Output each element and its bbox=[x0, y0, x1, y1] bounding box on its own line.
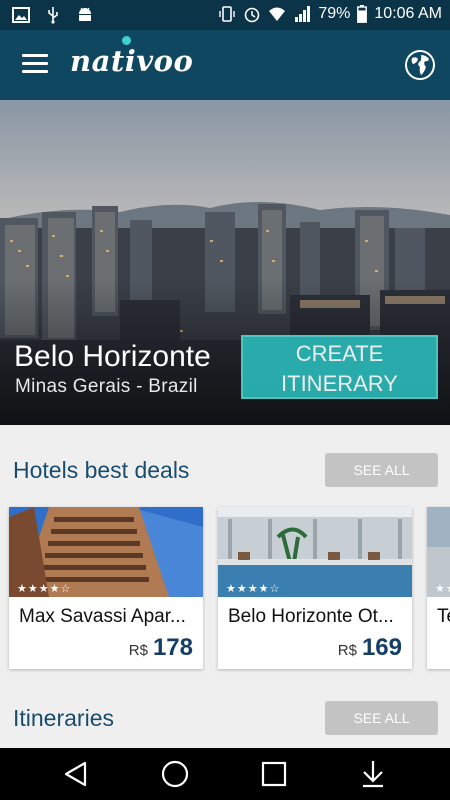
android-icon bbox=[79, 7, 91, 21]
rating-stars: ★★★★☆ bbox=[435, 583, 450, 595]
recents-icon[interactable] bbox=[258, 758, 290, 790]
rating-stars: ★★★★☆ bbox=[17, 583, 72, 595]
price-value: 178 bbox=[152, 634, 193, 661]
usb-icon bbox=[48, 7, 58, 24]
clock: 10:06 AM bbox=[374, 5, 442, 22]
hotel-name: Te bbox=[437, 606, 450, 627]
vibrate-icon bbox=[219, 6, 236, 22]
status-bar: 79% 10:06 AM bbox=[0, 0, 450, 30]
city-name: Belo Horizonte bbox=[14, 340, 211, 373]
menu-icon[interactable] bbox=[22, 54, 48, 76]
system-nav-bar bbox=[0, 748, 450, 800]
alarm-icon bbox=[245, 7, 260, 23]
hotel-card[interactable]: ★★★★☆ Belo Horizonte Ot... R$ 169 bbox=[218, 507, 412, 669]
currency: R$ bbox=[128, 642, 148, 659]
city-region: Minas Gerais - Brazil bbox=[15, 376, 198, 397]
app-bar: nativoo bbox=[0, 30, 450, 100]
create-itinerary-label-line1: CREATE bbox=[295, 341, 384, 366]
create-itinerary-button[interactable]: CREATE ITINERARY bbox=[241, 335, 438, 399]
hotels-see-all-button[interactable]: SEE ALL bbox=[325, 453, 438, 487]
hotel-name: Belo Horizonte Ot... bbox=[228, 606, 394, 627]
download-icon[interactable] bbox=[357, 758, 389, 790]
content-area: Hotels best deals SEE ALL ★★★★☆ Max Sava… bbox=[0, 425, 450, 748]
price-value: 169 bbox=[361, 634, 402, 661]
logo-pin-icon bbox=[122, 36, 131, 45]
itineraries-section-title: Itineraries bbox=[13, 705, 114, 731]
image-icon bbox=[12, 7, 30, 23]
hotels-section-title: Hotels best deals bbox=[13, 457, 190, 483]
itineraries-see-all-button[interactable]: SEE ALL bbox=[325, 701, 438, 735]
wifi-icon bbox=[269, 7, 286, 21]
globe-icon[interactable] bbox=[404, 49, 436, 81]
app-logo: nativoo bbox=[70, 44, 194, 78]
hotel-price: R$ 178 bbox=[129, 634, 193, 662]
hotel-name: Max Savassi Apar... bbox=[19, 606, 186, 627]
back-icon[interactable] bbox=[60, 758, 92, 790]
battery-icon bbox=[357, 5, 368, 23]
hotel-card[interactable]: ★★★★☆ Te bbox=[427, 507, 450, 669]
hotel-price: R$ 169 bbox=[338, 634, 402, 662]
create-itinerary-label-line2: ITINERARY bbox=[281, 371, 398, 396]
battery-percent: 79% bbox=[318, 5, 351, 22]
rating-stars: ★★★★☆ bbox=[226, 583, 281, 595]
hero-banner: Belo Horizonte Minas Gerais - Brazil CRE… bbox=[0, 100, 450, 425]
hotel-card[interactable]: ★★★★☆ Max Savassi Apar... R$ 178 bbox=[9, 507, 203, 669]
signal-icon bbox=[295, 6, 311, 22]
home-icon[interactable] bbox=[159, 758, 191, 790]
currency: R$ bbox=[337, 642, 357, 659]
